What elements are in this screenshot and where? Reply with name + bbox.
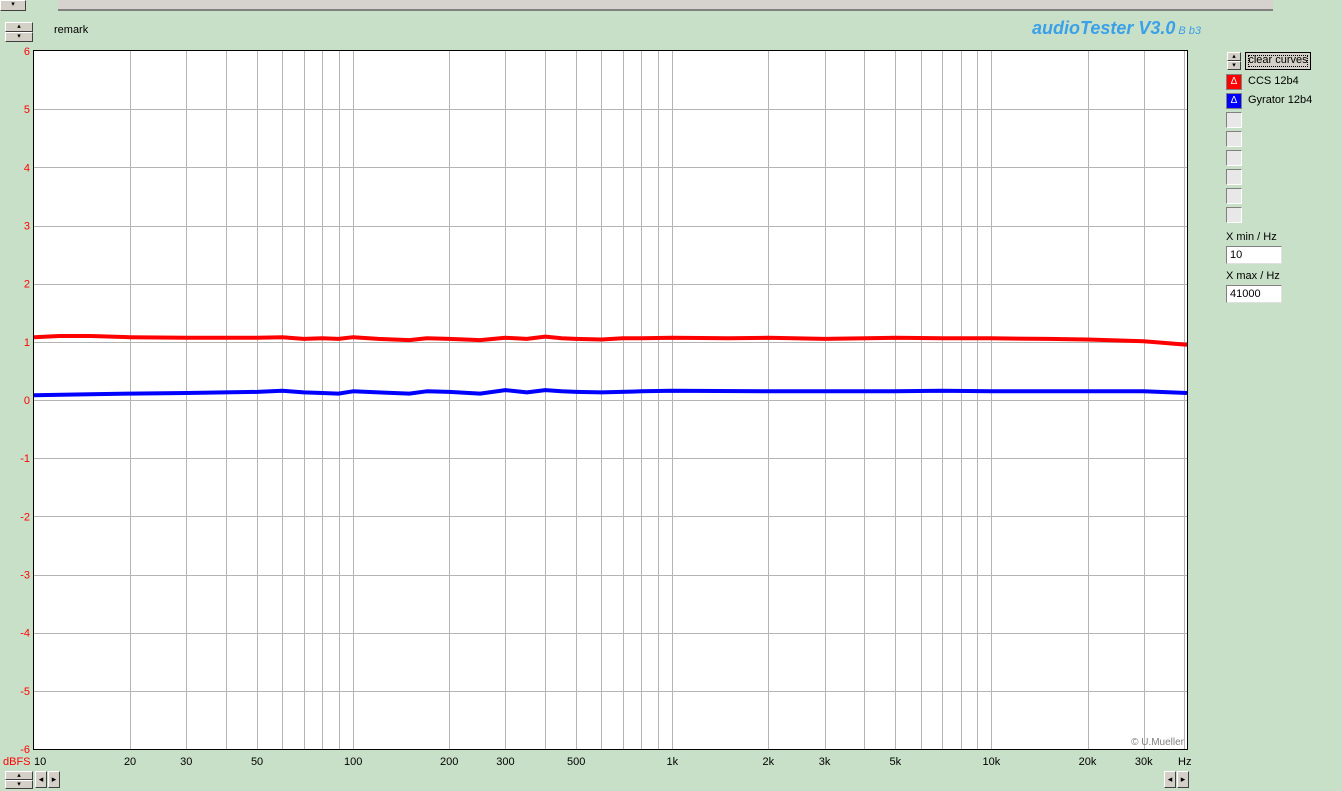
curve-1-marker: Δ bbox=[1230, 76, 1238, 87]
scroll-right-button-1[interactable]: ▸ bbox=[48, 771, 60, 788]
x-tick-label: 10k bbox=[983, 756, 1001, 768]
curve-slot-6-checkbox[interactable] bbox=[1226, 169, 1242, 185]
scroll-left-button-2[interactable]: ◂ bbox=[1164, 771, 1176, 788]
curve-slot-5-checkbox[interactable] bbox=[1226, 150, 1242, 166]
x-spin-down-button[interactable]: ▾ bbox=[5, 780, 33, 789]
scroll-left-button-1[interactable]: ◂ bbox=[35, 771, 47, 788]
y-tick-label: 5 bbox=[24, 104, 30, 116]
x-tick-label: 100 bbox=[344, 756, 362, 768]
x-tick-label: 50 bbox=[251, 756, 263, 768]
curve-slot-3-checkbox[interactable] bbox=[1226, 112, 1242, 128]
y-tick-label: 1 bbox=[24, 337, 30, 349]
curve-slot-7-checkbox[interactable] bbox=[1226, 188, 1242, 204]
x-tick-label: 300 bbox=[496, 756, 514, 768]
clear-curves-button[interactable]: clear curves bbox=[1245, 52, 1311, 70]
y-tick-label: -2 bbox=[20, 511, 30, 523]
curve-spin-down-button[interactable]: ▾ bbox=[1227, 61, 1241, 70]
x-tick-label: 500 bbox=[567, 756, 585, 768]
curve-slot-4-checkbox[interactable] bbox=[1226, 131, 1242, 147]
x-tick-label: 10 bbox=[34, 756, 46, 768]
curve-2-marker: Δ bbox=[1230, 95, 1238, 106]
y-tick-label: -5 bbox=[20, 686, 30, 698]
x-tick-label: 20 bbox=[124, 756, 136, 768]
x-tick-label: 30k bbox=[1135, 756, 1153, 768]
curve-2-label: Gyrator 12b4 bbox=[1248, 94, 1313, 106]
x-unit-label: Hz bbox=[1178, 756, 1191, 768]
x-tick-label: 30 bbox=[180, 756, 192, 768]
xmin-label: X min / Hz bbox=[1226, 231, 1277, 243]
y-unit-label: dBFS bbox=[3, 756, 31, 768]
x-tick-label: 200 bbox=[440, 756, 458, 768]
y-tick-label: -4 bbox=[20, 628, 30, 640]
y-tick-label: 0 bbox=[24, 395, 30, 407]
curve-slot-8-checkbox[interactable] bbox=[1226, 207, 1242, 223]
y-tick-label: -6 bbox=[20, 744, 30, 756]
x-tick-label: 2k bbox=[763, 756, 775, 768]
xmax-input[interactable] bbox=[1226, 285, 1282, 303]
y-tick-label: 6 bbox=[24, 46, 30, 58]
scroll-right-button-2[interactable]: ▸ bbox=[1177, 771, 1189, 788]
x-tick-label: 1k bbox=[666, 756, 678, 768]
curve-2-color-swatch[interactable]: Δ bbox=[1226, 93, 1242, 109]
x-tick-labels: 10 20 30 50 100 200 300 500 1k 2k 3k 5k 10k 20k 30k bbox=[34, 756, 1153, 768]
curve-spin-up-button[interactable]: ▴ bbox=[1227, 52, 1241, 61]
xmax-label: X max / Hz bbox=[1226, 270, 1280, 282]
x-tick-label: 3k bbox=[819, 756, 831, 768]
curve-1-label: CCS 12b4 bbox=[1248, 75, 1299, 87]
curve-1-color-swatch[interactable]: Δ bbox=[1226, 74, 1242, 90]
y-tick-label: 2 bbox=[24, 279, 30, 291]
y-tick-label: -1 bbox=[20, 453, 30, 465]
x-tick-label: 20k bbox=[1079, 756, 1097, 768]
x-spin-up-button[interactable]: ▴ bbox=[5, 771, 33, 780]
xmin-input[interactable] bbox=[1226, 246, 1282, 264]
x-tick-label: 5k bbox=[890, 756, 902, 768]
y-tick-label: 4 bbox=[24, 162, 30, 174]
y-tick-label: 3 bbox=[24, 221, 30, 233]
y-tick-label: -3 bbox=[20, 570, 30, 582]
response-chart: 6543210-1-2-3-4-5-6 10 20 30 50 100 200 300 500… bbox=[3, 46, 1191, 768]
copyright-text: © U.Mueller bbox=[1131, 737, 1185, 748]
y-tick-labels: 6 5 4 3 2 1 0 -1 -2 -3 -4 -5 -6 bbox=[20, 46, 30, 756]
